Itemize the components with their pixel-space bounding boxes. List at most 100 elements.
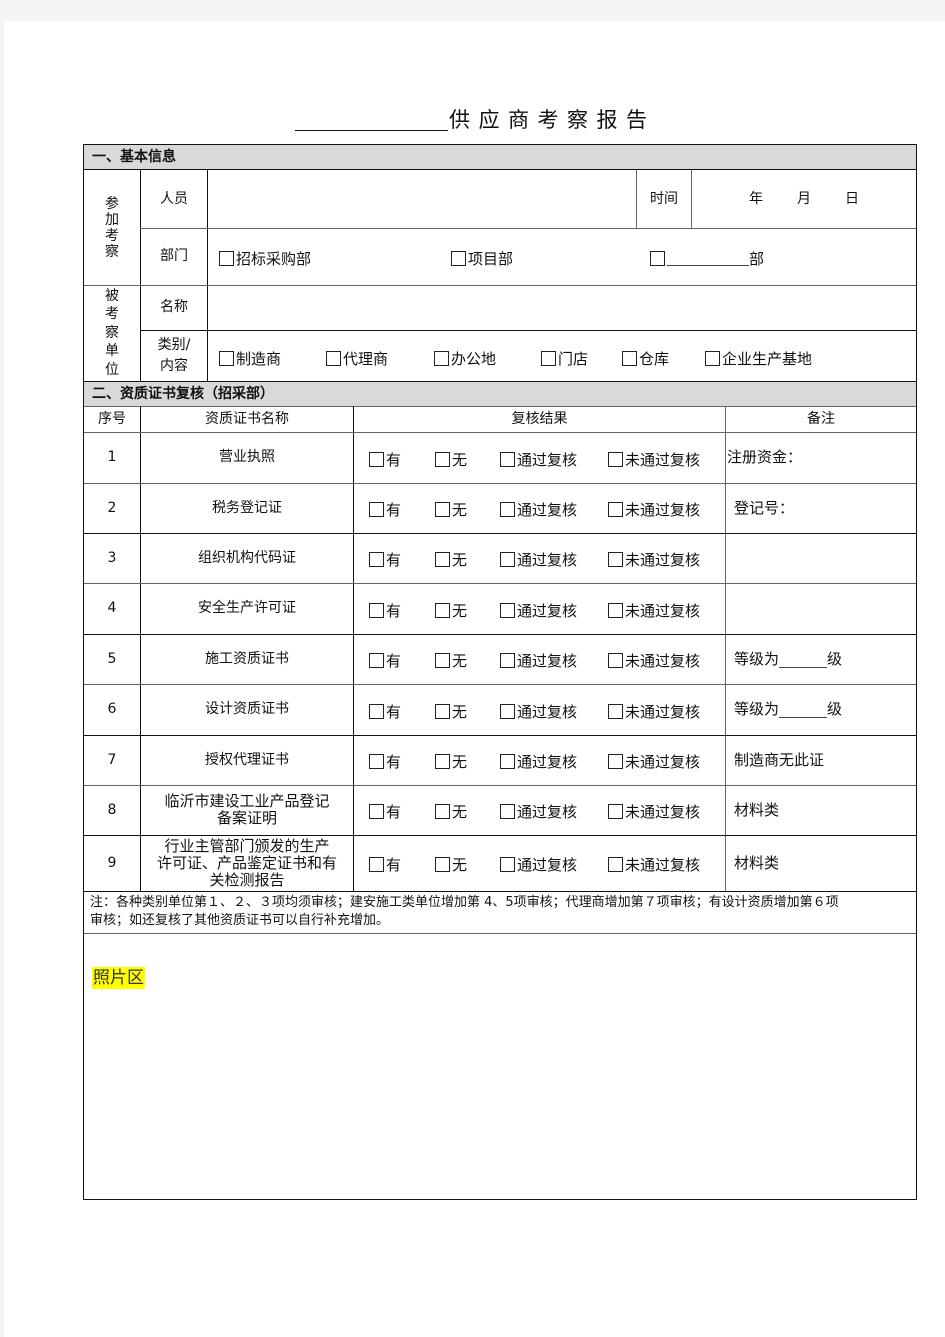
- company-name-field[interactable]: [208, 285, 916, 330]
- checkbox[interactable]: [435, 653, 450, 668]
- result-option[interactable]: 有: [369, 499, 401, 520]
- checkbox[interactable]: [500, 552, 515, 567]
- checkbox[interactable]: [369, 552, 384, 567]
- grade-blank[interactable]: [779, 701, 828, 718]
- result-option[interactable]: 通过复核: [500, 499, 577, 520]
- result-option[interactable]: 有: [369, 600, 401, 621]
- checkbox[interactable]: [369, 754, 384, 769]
- checkbox[interactable]: [219, 351, 234, 366]
- result-option[interactable]: 通过复核: [500, 549, 577, 570]
- checkbox[interactable]: [500, 804, 515, 819]
- category-option-production-base[interactable]: 企业生产基地: [705, 348, 812, 369]
- category-option-warehouse[interactable]: 仓库: [622, 348, 669, 369]
- checkbox[interactable]: [608, 653, 623, 668]
- checkbox[interactable]: [500, 653, 515, 668]
- result-option[interactable]: 无: [435, 499, 467, 520]
- checkbox[interactable]: [608, 452, 623, 467]
- checkbox[interactable]: [369, 804, 384, 819]
- checkbox[interactable]: [608, 552, 623, 567]
- checkbox[interactable]: [451, 251, 466, 266]
- result-option[interactable]: 有: [369, 751, 401, 772]
- checkbox[interactable]: [608, 857, 623, 872]
- checkbox[interactable]: [435, 603, 450, 618]
- category-option-store[interactable]: 门店: [541, 348, 588, 369]
- result-option[interactable]: 无: [435, 549, 467, 570]
- checkbox[interactable]: [219, 251, 234, 266]
- result-option[interactable]: 未通过复核: [608, 751, 700, 772]
- result-option[interactable]: 未通过复核: [608, 600, 700, 621]
- checkbox[interactable]: [608, 502, 623, 517]
- result-option[interactable]: 未通过复核: [608, 650, 700, 671]
- title-blank-line[interactable]: [295, 130, 448, 131]
- checkbox[interactable]: [435, 754, 450, 769]
- result-option[interactable]: 有: [369, 650, 401, 671]
- result-option[interactable]: 未通过复核: [608, 801, 700, 822]
- dept-option-procurement[interactable]: 招标采购部: [219, 248, 311, 269]
- dept-option-project[interactable]: 项目部: [451, 248, 513, 269]
- remark[interactable]: 等级为 级: [734, 684, 914, 735]
- checkbox[interactable]: [500, 704, 515, 719]
- result-option[interactable]: 无: [435, 600, 467, 621]
- result-option[interactable]: 有: [369, 854, 401, 875]
- result-option[interactable]: 未通过复核: [608, 701, 700, 722]
- result-option[interactable]: 通过复核: [500, 650, 577, 671]
- checkbox[interactable]: [650, 251, 665, 266]
- result-option[interactable]: 通过复核: [500, 751, 577, 772]
- result-option[interactable]: 无: [435, 449, 467, 470]
- category-option-agent[interactable]: 代理商: [326, 348, 388, 369]
- result-option[interactable]: 有: [369, 801, 401, 822]
- checkbox[interactable]: [500, 603, 515, 618]
- checkbox[interactable]: [434, 351, 449, 366]
- checkbox[interactable]: [622, 351, 637, 366]
- checkbox[interactable]: [369, 857, 384, 872]
- result-option[interactable]: 无: [435, 854, 467, 875]
- result-option[interactable]: 有: [369, 549, 401, 570]
- result-option[interactable]: 未通过复核: [608, 549, 700, 570]
- result-option[interactable]: 未通过复核: [608, 499, 700, 520]
- checkbox[interactable]: [369, 452, 384, 467]
- result-option[interactable]: 无: [435, 801, 467, 822]
- date-field[interactable]: 年 月 日: [692, 170, 916, 228]
- checkbox[interactable]: [435, 704, 450, 719]
- checkbox[interactable]: [369, 704, 384, 719]
- checkbox[interactable]: [435, 552, 450, 567]
- result-option[interactable]: 有: [369, 449, 401, 470]
- checkbox[interactable]: [326, 351, 341, 366]
- remark[interactable]: 材料类: [734, 835, 914, 891]
- remark[interactable]: 登记号：: [734, 483, 914, 533]
- result-option[interactable]: 未通过复核: [608, 854, 700, 875]
- remark[interactable]: 制造商无此证: [734, 735, 914, 785]
- result-option[interactable]: 通过复核: [500, 701, 577, 722]
- category-option-manufacturer[interactable]: 制造商: [219, 348, 281, 369]
- result-option[interactable]: 通过复核: [500, 854, 577, 875]
- checkbox[interactable]: [500, 502, 515, 517]
- checkbox[interactable]: [608, 704, 623, 719]
- checkbox[interactable]: [369, 603, 384, 618]
- result-option[interactable]: 通过复核: [500, 600, 577, 621]
- other-dept-blank[interactable]: [667, 248, 749, 266]
- grade-blank[interactable]: [779, 651, 828, 668]
- result-option[interactable]: 无: [435, 751, 467, 772]
- checkbox[interactable]: [435, 804, 450, 819]
- result-option[interactable]: 通过复核: [500, 801, 577, 822]
- checkbox[interactable]: [435, 502, 450, 517]
- result-option[interactable]: 无: [435, 701, 467, 722]
- remark[interactable]: 注册资金：: [727, 432, 907, 483]
- checkbox[interactable]: [541, 351, 556, 366]
- category-option-office[interactable]: 办公地: [434, 348, 496, 369]
- checkbox[interactable]: [608, 804, 623, 819]
- checkbox[interactable]: [608, 754, 623, 769]
- photo-area[interactable]: [84, 934, 916, 1198]
- checkbox[interactable]: [608, 603, 623, 618]
- result-option[interactable]: 有: [369, 701, 401, 722]
- checkbox[interactable]: [500, 857, 515, 872]
- remark[interactable]: [734, 533, 914, 583]
- checkbox[interactable]: [705, 351, 720, 366]
- checkbox[interactable]: [369, 653, 384, 668]
- remark[interactable]: [734, 583, 914, 634]
- checkbox[interactable]: [435, 857, 450, 872]
- remark[interactable]: 材料类: [734, 785, 914, 835]
- checkbox[interactable]: [500, 452, 515, 467]
- result-option[interactable]: 无: [435, 650, 467, 671]
- remark[interactable]: 等级为 级: [734, 634, 914, 684]
